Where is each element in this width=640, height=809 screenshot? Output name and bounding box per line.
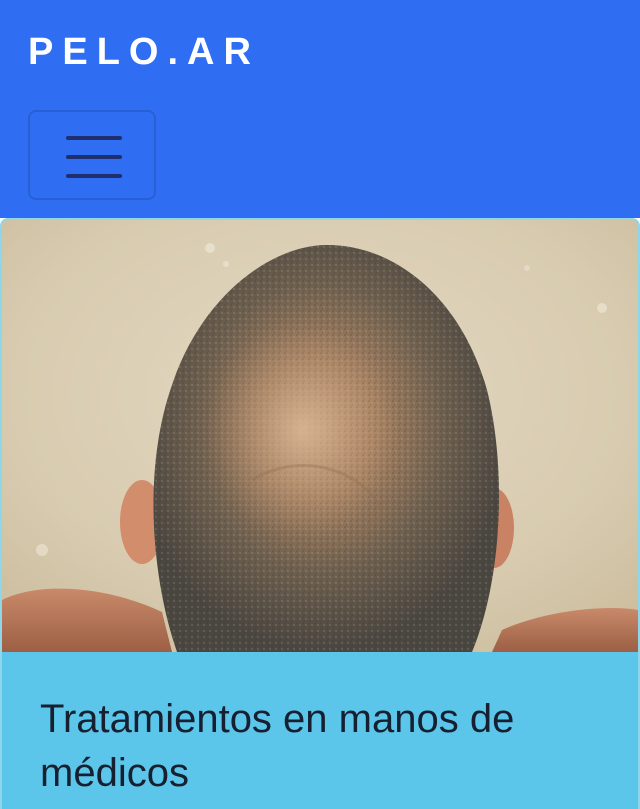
hamburger-menu-icon: [66, 136, 122, 178]
card-image: [2, 220, 638, 652]
navbar: PELO.AR: [0, 0, 640, 218]
card-body: Tratamientos en manos de médicos: [2, 652, 638, 809]
navbar-toggler-button[interactable]: [28, 110, 156, 200]
brand-logo-link[interactable]: PELO.AR: [28, 28, 260, 76]
treatment-card[interactable]: Tratamientos en manos de médicos: [0, 218, 640, 809]
card-title: Tratamientos en manos de médicos: [40, 697, 515, 795]
